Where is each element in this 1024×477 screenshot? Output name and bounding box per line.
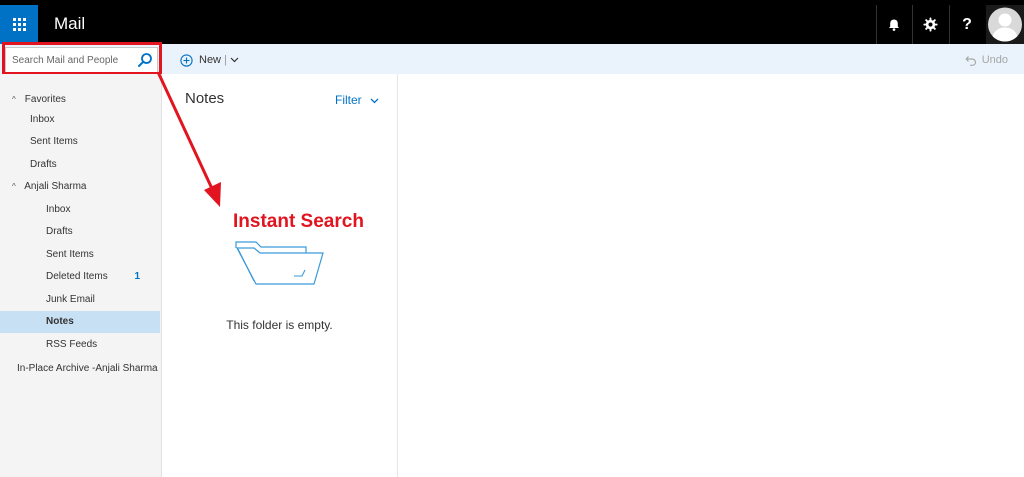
chevron-down-icon [370, 98, 379, 104]
chevron-up-icon: ^ [12, 182, 16, 191]
plus-circle-icon [180, 53, 193, 67]
sidebar-item-favorites-sent-items[interactable]: Sent Items [0, 131, 160, 153]
new-button[interactable]: New | [180, 51, 239, 69]
top-bar [0, 0, 1024, 44]
reading-pane [398, 74, 1024, 477]
undo-button[interactable]: Undo [965, 51, 1008, 69]
chevron-down-icon[interactable] [230, 57, 239, 63]
user-avatar-icon [988, 7, 1022, 42]
undo-button-label: Undo [981, 54, 1008, 66]
undo-icon [965, 55, 976, 66]
folder-pane: ^ Favorites Inbox Sent Items Drafts ^ An… [0, 74, 162, 477]
sidebar-item-drafts[interactable]: Drafts [0, 221, 160, 243]
bell-icon [889, 19, 899, 31]
new-separator: | [224, 54, 227, 66]
empty-folder-message: This folder is empty. [226, 318, 333, 332]
sidebar-item-deleted-items[interactable]: Deleted Items 1 [0, 266, 160, 288]
search-highlight-box [2, 42, 162, 75]
sidebar-item-archive[interactable]: In-Place Archive -Anjali Sharma [0, 358, 160, 380]
sidebar-item-inbox[interactable]: Inbox [0, 199, 160, 221]
sidebar-item-rss-feeds[interactable]: RSS Feeds [0, 334, 160, 356]
deleted-items-label: Deleted Items [46, 271, 108, 282]
sidebar-item-junk-email[interactable]: Junk Email [0, 289, 160, 311]
sidebar-item-favorites-inbox[interactable]: Inbox [0, 109, 160, 131]
waffle-icon [12, 18, 26, 31]
gear-icon [922, 17, 938, 32]
app-title: Mail [54, 14, 86, 33]
account-label: Anjali Sharma [24, 181, 87, 192]
app-launcher-button[interactable] [0, 5, 38, 44]
unread-count-badge: 1 [134, 271, 140, 282]
empty-folder-icon [235, 241, 324, 285]
favorites-label: Favorites [24, 94, 66, 105]
filter-label: Filter [334, 93, 362, 107]
new-button-label: New [199, 54, 222, 66]
notifications-button[interactable] [876, 5, 911, 44]
sidebar-item-sent-items[interactable]: Sent Items [0, 244, 160, 266]
favorites-group[interactable]: ^ Favorites [0, 89, 160, 111]
folder-title: Notes [185, 90, 225, 107]
help-button[interactable]: ? [949, 5, 984, 44]
filter-button[interactable]: Filter [335, 93, 379, 107]
chevron-up-icon: ^ [12, 95, 16, 104]
account-group[interactable]: ^ Anjali Sharma [0, 176, 160, 198]
sidebar-item-notes[interactable]: Notes [0, 311, 160, 333]
settings-button[interactable] [912, 5, 947, 44]
annotation-label: Instant Search [233, 211, 364, 232]
sidebar-item-favorites-drafts[interactable]: Drafts [0, 154, 160, 176]
avatar[interactable] [986, 5, 1024, 44]
help-icon: ? [962, 15, 972, 33]
message-list-pane: Notes Filter This folder is empty. [162, 74, 398, 477]
